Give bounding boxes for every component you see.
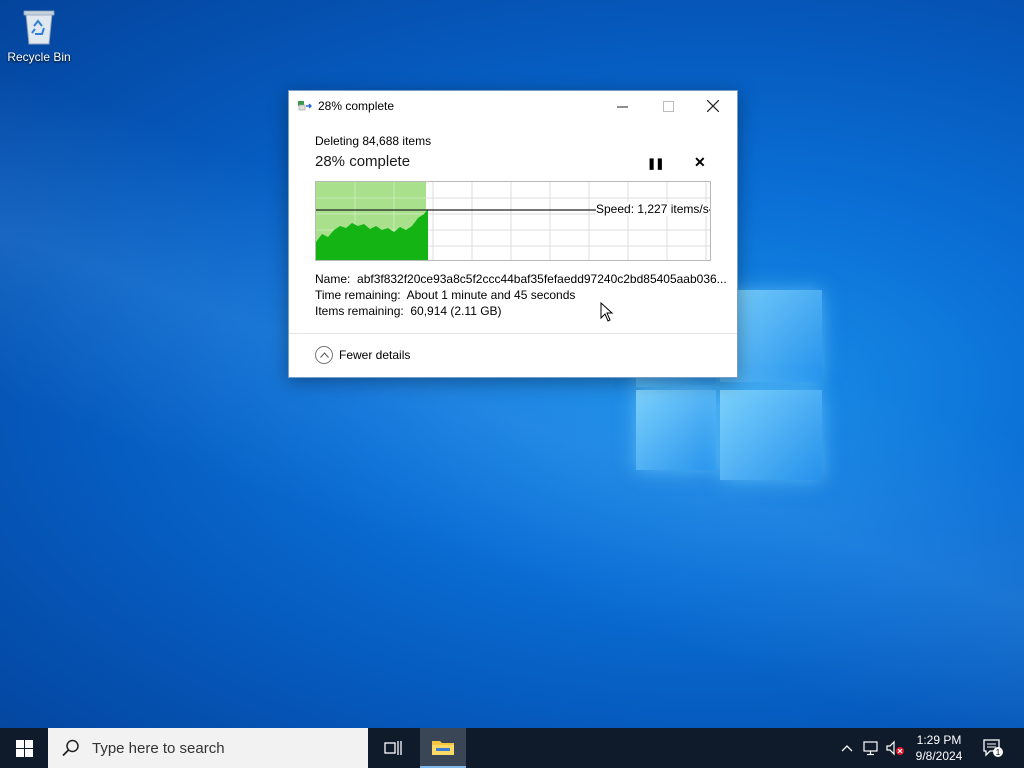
window-title: 28% complete bbox=[318, 99, 395, 113]
network-button[interactable] bbox=[860, 728, 882, 768]
items-remaining-row: Items remaining: 60,914 (2.11 GB) bbox=[315, 304, 502, 318]
close-button[interactable] bbox=[690, 91, 736, 121]
clock-time: 1:29 PM bbox=[916, 733, 962, 747]
time-remaining-label: Time remaining: bbox=[315, 288, 401, 302]
items-remaining-label: Items remaining: bbox=[315, 304, 404, 318]
chevron-up-icon bbox=[315, 346, 333, 364]
name-row: Name: abf3f832f20ce93a8c5f2ccc44baf35fef… bbox=[315, 272, 727, 286]
action-center-button[interactable]: 1 bbox=[980, 728, 1006, 768]
name-value: abf3f832f20ce93a8c5f2ccc44baf35fefaedd97… bbox=[357, 272, 727, 286]
close-icon bbox=[707, 100, 719, 112]
search-icon bbox=[62, 739, 79, 757]
time-remaining-value: About 1 minute and 45 seconds bbox=[406, 288, 576, 302]
volume-button[interactable] bbox=[884, 728, 906, 768]
notification-icon: 1 bbox=[983, 739, 1003, 757]
taskbar: Type here to search 1:29 PM 9/8/2024 1 bbox=[0, 728, 1024, 768]
start-button[interactable] bbox=[0, 728, 48, 768]
recycle-bin[interactable]: Recycle Bin bbox=[4, 6, 74, 64]
cancel-button[interactable]: ✕ bbox=[694, 154, 706, 171]
chevron-up-icon bbox=[841, 745, 853, 752]
delete-progress-dialog: 28% complete Deleting 84,688 items 28% c… bbox=[288, 90, 738, 378]
pause-button[interactable]: ❚❚ bbox=[647, 157, 664, 170]
progress-graph-svg bbox=[316, 182, 710, 260]
notification-count: 1 bbox=[996, 748, 1001, 757]
divider bbox=[289, 333, 737, 334]
speed-graph bbox=[315, 181, 711, 261]
speed-label: Speed: 1,227 items/s bbox=[596, 202, 709, 216]
percent-complete: 28% complete bbox=[315, 153, 411, 170]
task-view-icon bbox=[384, 741, 402, 755]
items-remaining-value: 60,914 (2.11 GB) bbox=[410, 304, 502, 318]
file-explorer-taskbar-button[interactable] bbox=[420, 728, 466, 768]
show-hidden-icons-button[interactable] bbox=[838, 728, 856, 768]
windows-start-icon bbox=[15, 739, 33, 757]
file-operation-icon bbox=[298, 100, 314, 115]
network-icon bbox=[863, 741, 878, 756]
operation-description: Deleting 84,688 items bbox=[315, 134, 432, 148]
time-remaining-row: Time remaining: About 1 minute and 45 se… bbox=[315, 288, 575, 302]
fewer-details-toggle[interactable]: Fewer details bbox=[315, 346, 410, 364]
clock[interactable]: 1:29 PM 9/8/2024 bbox=[908, 732, 970, 764]
recycle-bin-icon bbox=[22, 6, 56, 46]
taskbar-search-box[interactable]: Type here to search bbox=[48, 728, 368, 768]
clock-date: 9/8/2024 bbox=[915, 749, 963, 763]
search-placeholder: Type here to search bbox=[92, 739, 225, 757]
task-view-button[interactable] bbox=[370, 728, 416, 768]
mouse-cursor-icon bbox=[600, 302, 614, 322]
title-bar[interactable]: 28% complete bbox=[289, 91, 737, 121]
minimize-button[interactable] bbox=[599, 91, 645, 121]
volume-muted-icon bbox=[886, 740, 904, 756]
name-label: Name: bbox=[315, 272, 351, 286]
folder-icon bbox=[432, 741, 454, 755]
maximize-button[interactable] bbox=[645, 91, 691, 121]
fewer-details-label: Fewer details bbox=[339, 348, 411, 362]
recycle-bin-label: Recycle Bin bbox=[7, 50, 71, 64]
